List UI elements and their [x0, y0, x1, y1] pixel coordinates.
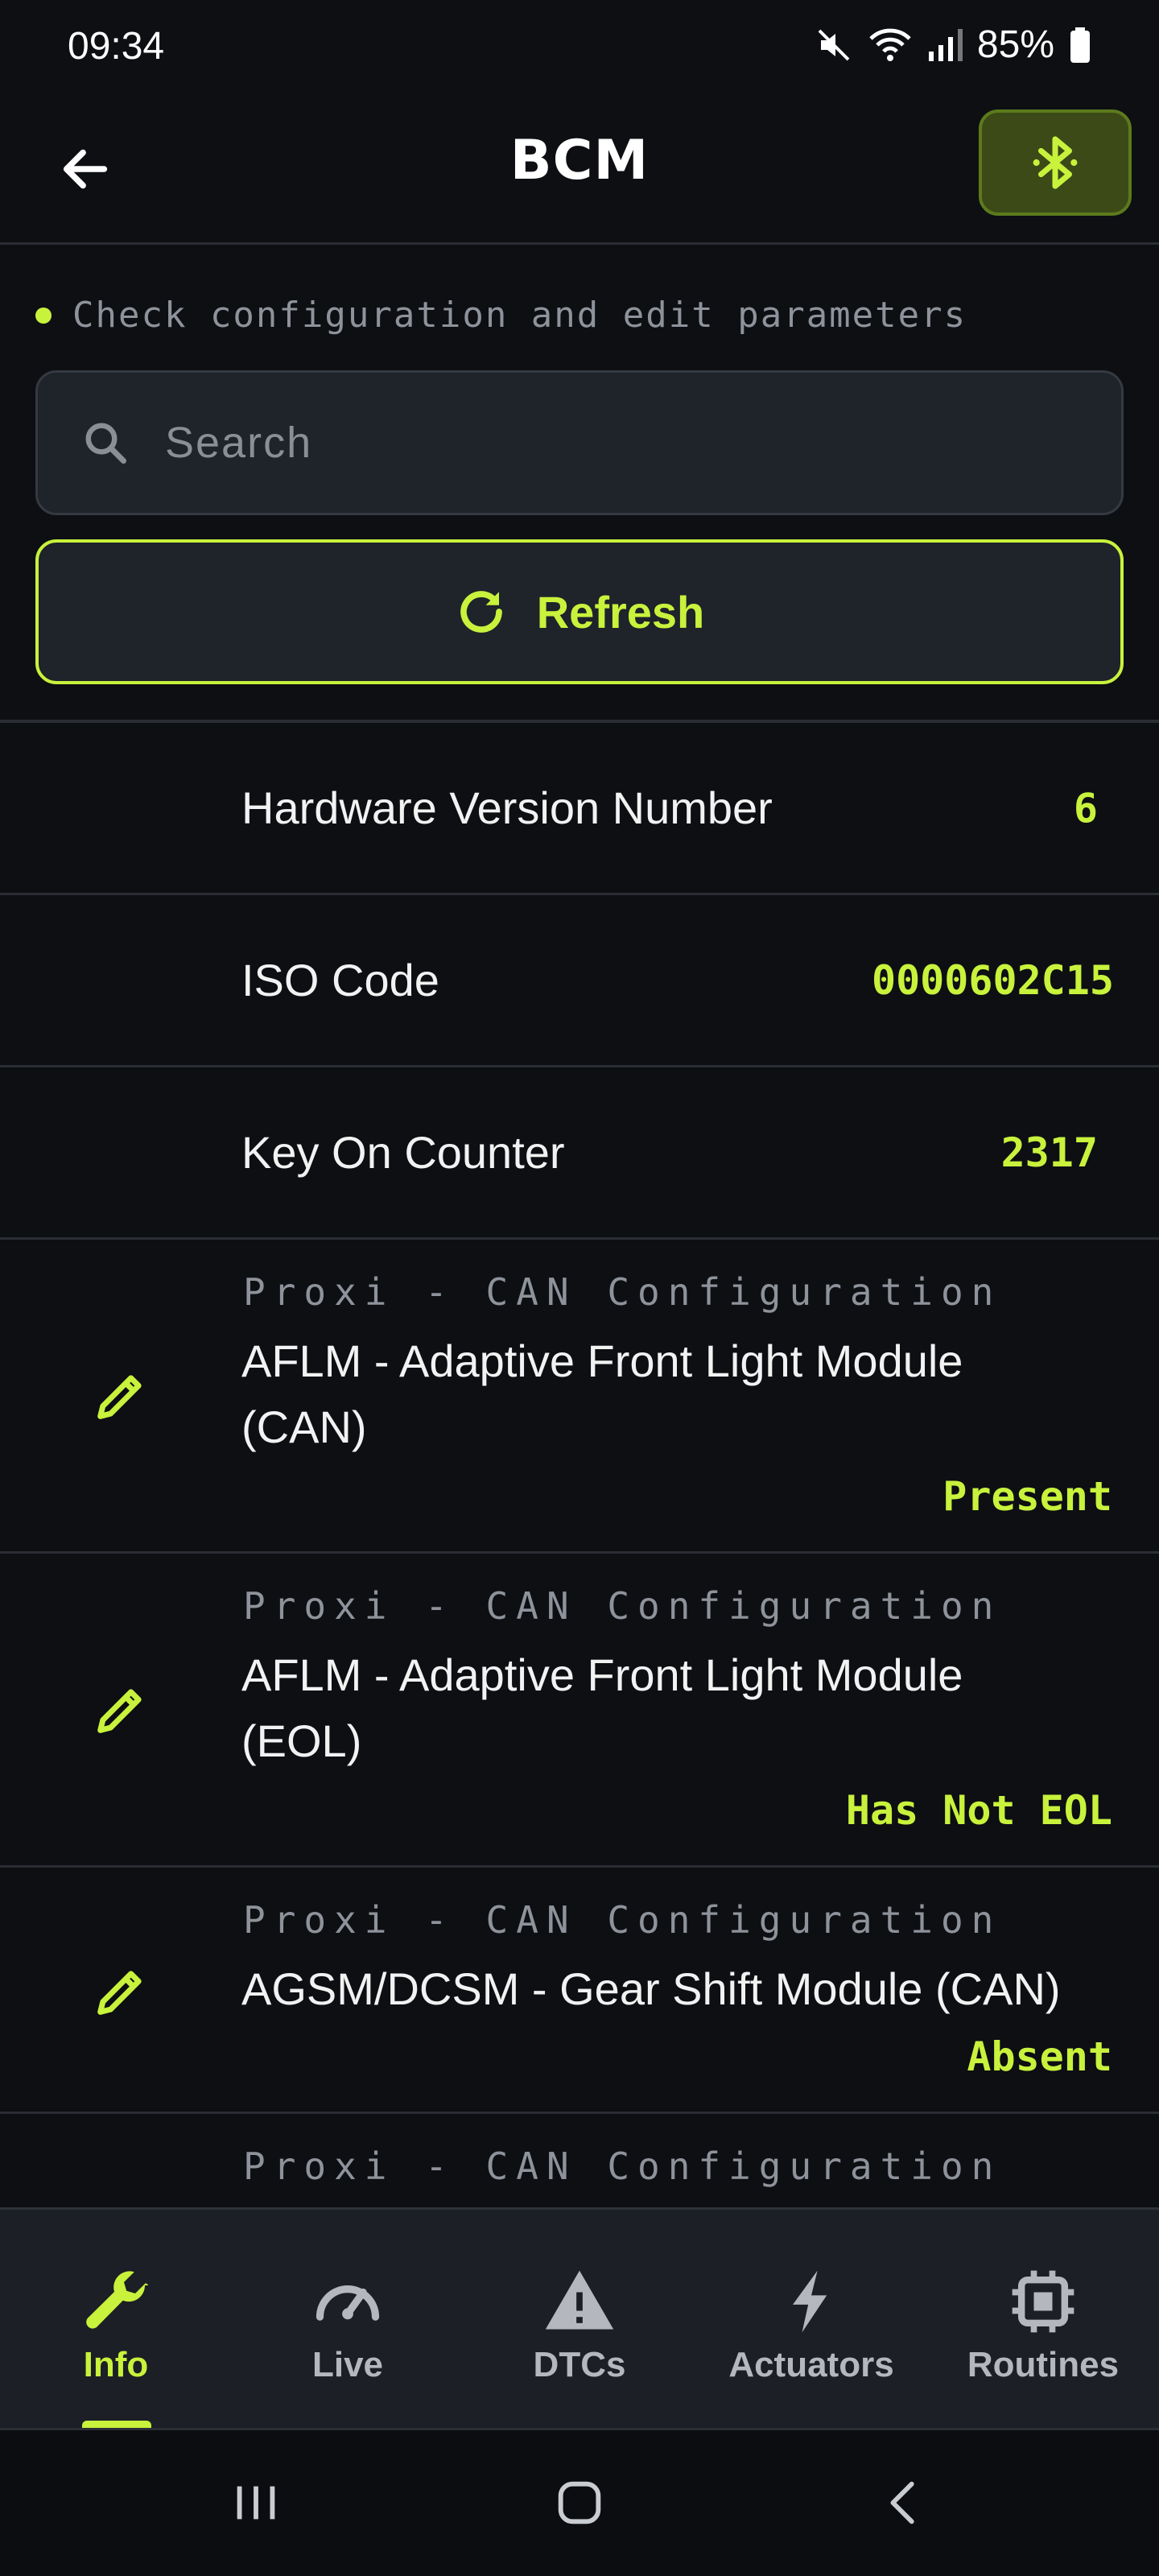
nav-item-info[interactable]: Info: [0, 2210, 232, 2430]
info-label: Hardware Version Number: [241, 782, 773, 833]
nav-label: Routines: [967, 2345, 1120, 2384]
status-time: 09:34: [68, 25, 165, 68]
info-row-key-on-counter: Key On Counter 2317: [0, 1067, 1159, 1240]
battery-icon: [1069, 26, 1091, 64]
config-row[interactable]: Proxi - CAN Configuration AGSM/DCSM - Ge…: [0, 1868, 1159, 2114]
wifi-icon: [868, 26, 913, 64]
nav-label: DTCs: [533, 2345, 626, 2384]
config-row[interactable]: Proxi - CAN Configuration AFLM - Adaptiv…: [0, 1554, 1159, 1868]
config-row[interactable]: Proxi - CAN Configuration AFLM - Adaptiv…: [0, 1240, 1159, 1554]
home-icon: [558, 2481, 601, 2524]
page-subtitle: Check configuration and edit parameters: [35, 295, 967, 336]
recents-icon: [237, 2486, 275, 2520]
info-row-iso-code: ISO Code 0000602C15: [0, 895, 1159, 1067]
config-name: AFLM - Adaptive Front Light Module (CAN): [241, 1335, 963, 1452]
gauge-icon: [307, 2261, 388, 2342]
info-label: Key On Counter: [241, 1127, 565, 1178]
status-dot: [35, 307, 52, 324]
warning-icon: [539, 2261, 620, 2342]
edit-button[interactable]: [80, 1356, 161, 1436]
home-button[interactable]: [531, 2462, 628, 2543]
system-nav-bar: [0, 2428, 1159, 2576]
nav-item-dtcs[interactable]: DTCs: [464, 2210, 695, 2430]
app-header: BCM: [0, 97, 1159, 245]
wrench-icon: [76, 2261, 156, 2342]
info-value: 2317: [1000, 1129, 1098, 1176]
config-category: Proxi - CAN Configuration: [243, 1898, 1002, 1942]
search-box[interactable]: [35, 370, 1124, 515]
mute-icon: [815, 26, 853, 64]
bluetooth-icon: [1033, 136, 1078, 189]
chip-icon: [1003, 2261, 1083, 2342]
nav-label: Actuators: [728, 2345, 894, 2384]
config-name: AGSM/DCSM - Gear Shift Module (CAN): [241, 1963, 1061, 2014]
config-category: Proxi - CAN Configuration: [243, 1270, 1002, 1314]
lightning-icon: [771, 2261, 852, 2342]
bluetooth-button[interactable]: [979, 109, 1132, 216]
system-back-button[interactable]: [856, 2462, 953, 2543]
refresh-icon: [460, 591, 502, 633]
pencil-icon: [97, 1971, 142, 2015]
config-value: Present: [942, 1473, 1112, 1520]
refresh-button[interactable]: Refresh: [35, 539, 1124, 684]
info-row-hardware-version: Hardware Version Number 6: [0, 723, 1159, 895]
parameter-list[interactable]: Hardware Version Number 6 ISO Code 00006…: [0, 720, 1159, 2209]
status-bar: 09:34 85%: [0, 0, 1159, 97]
nav-item-routines[interactable]: Routines: [927, 2210, 1159, 2430]
nav-label: Live: [311, 2345, 384, 2384]
pencil-icon: [97, 1689, 142, 1733]
nav-item-actuators[interactable]: Actuators: [695, 2210, 927, 2430]
bottom-nav: Info Live DTCs Actuators Routines: [0, 2207, 1159, 2430]
search-input[interactable]: [165, 418, 1050, 468]
signal-icon: [927, 26, 963, 64]
pencil-icon: [97, 1375, 142, 1419]
subtitle-text: Check configuration and edit parameters: [72, 295, 967, 336]
info-label: ISO Code: [241, 955, 439, 1005]
edit-button[interactable]: [80, 1670, 161, 1750]
config-value: Absent: [967, 2033, 1112, 2080]
config-row[interactable]: Proxi - CAN Configuration: [0, 2114, 1159, 2209]
config-value: Has Not EOL: [845, 1787, 1112, 1834]
info-value: 0000602C15: [871, 956, 1114, 1004]
edit-button[interactable]: [80, 1951, 161, 2032]
battery-level: 85%: [976, 23, 1054, 66]
config-category: Proxi - CAN Configuration: [243, 2145, 1002, 2188]
status-icons: 85%: [815, 23, 1091, 67]
nav-item-live[interactable]: Live: [232, 2210, 464, 2430]
recents-button[interactable]: [208, 2462, 304, 2543]
back-icon: [890, 2481, 914, 2524]
refresh-label: Refresh: [536, 586, 705, 638]
config-category: Proxi - CAN Configuration: [243, 1584, 1002, 1628]
nav-label: Info: [83, 2345, 149, 2384]
search-icon: [80, 417, 131, 469]
info-value: 6: [1073, 784, 1098, 832]
config-name: AFLM - Adaptive Front Light Module (EOL): [241, 1649, 963, 1766]
